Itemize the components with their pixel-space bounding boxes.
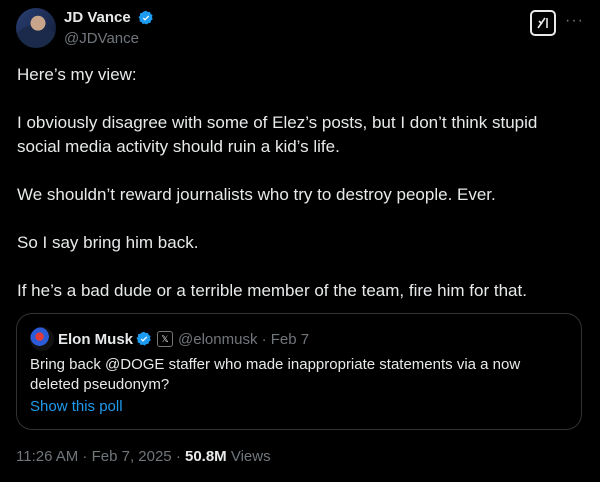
quoted-post-card[interactable]: Elon Musk 𝕏 @elonmusk · Feb 7 Bring back…: [16, 313, 582, 430]
show-poll-link[interactable]: Show this poll: [30, 398, 123, 415]
grok-icon: [537, 17, 548, 29]
quoted-post-text: Bring back @DOGE staffer who made inappr…: [30, 356, 521, 393]
grok-button[interactable]: [530, 10, 556, 36]
post-paragraph: Here’s my view:: [17, 65, 137, 84]
quoted-post-header: Elon Musk 𝕏 @elonmusk · Feb 7: [30, 327, 309, 351]
post-paragraph: If he’s a bad dude or a terrible member …: [17, 281, 527, 300]
author-name-block: JD Vance @JDVance: [64, 9, 154, 47]
quoted-author-handle-date[interactable]: @elonmusk · Feb 7: [178, 331, 309, 348]
author-handle[interactable]: @JDVance: [64, 30, 154, 47]
x-affiliate-badge-icon: 𝕏: [157, 331, 174, 347]
verified-badge-icon: [136, 331, 151, 346]
post-timestamp[interactable]: 11:26 AM · Feb 7, 2025 ·: [16, 448, 185, 465]
author-display-name[interactable]: JD Vance: [64, 9, 131, 26]
verified-badge-icon: [138, 10, 153, 25]
post-paragraph: I obviously disagree with some of Elez’s…: [17, 113, 538, 156]
post-paragraph: So I say bring him back.: [17, 233, 199, 252]
more-options-icon[interactable]: ···: [565, 12, 584, 30]
author-avatar[interactable]: [16, 8, 56, 48]
post-paragraph: We shouldn’t reward journalists who try …: [17, 185, 496, 204]
quoted-author-display-name[interactable]: Elon Musk: [58, 331, 133, 348]
views-label: Views: [226, 448, 271, 465]
post-text: Here’s my view: I obviously disagree wit…: [17, 63, 577, 327]
post-header: JD Vance @JDVance ···: [16, 8, 584, 48]
post-metadata: 11:26 AM · Feb 7, 2025 · 50.8M Views: [16, 448, 271, 465]
quoted-author-avatar[interactable]: [30, 327, 54, 351]
views-count: 50.8M: [184, 448, 227, 465]
